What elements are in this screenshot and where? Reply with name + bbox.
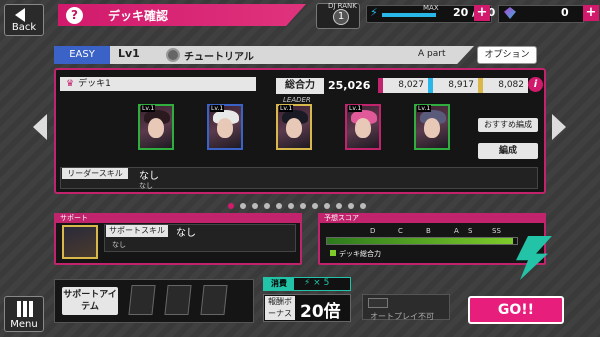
pager-dot[interactable] — [240, 203, 246, 209]
prev-deck-arrow-icon[interactable] — [33, 114, 47, 140]
support-card[interactable] — [62, 225, 98, 259]
leader-label: LEADER — [283, 96, 311, 104]
song-part: A part — [418, 49, 446, 59]
rank-d: D — [370, 227, 376, 235]
add-gem-button[interactable]: + — [583, 5, 599, 21]
deck-name-label: ♛ デッキ1 — [60, 77, 256, 91]
live-info-bar — [54, 46, 474, 64]
stamina-max-label: MAX — [423, 4, 439, 12]
score-legend-label: デッキ総合力 — [339, 250, 381, 258]
score-bar-fill — [327, 238, 513, 244]
edit-formation-button[interactable]: 編成 — [478, 143, 538, 159]
rank-s: S — [468, 227, 473, 235]
support-item-slot[interactable] — [200, 285, 228, 315]
auto-play-label: オートプレイ不可 — [370, 312, 434, 321]
menu-grid-icon — [17, 301, 33, 317]
difficulty-badge: EASY — [54, 46, 110, 64]
pager-dot[interactable] — [288, 203, 294, 209]
stamina-bolt-icon: ⚡ — [370, 6, 378, 19]
card-face — [355, 118, 371, 138]
pager-dot[interactable] — [336, 203, 342, 209]
back-label: Back — [11, 22, 37, 33]
live-level: Lv1 — [118, 47, 140, 60]
title-bar — [58, 4, 306, 26]
support-skill-desc: なし — [112, 241, 126, 249]
card-level: Lv.1 — [417, 105, 432, 112]
back-arrow-icon — [15, 8, 25, 22]
song-title: チュートリアル — [184, 52, 254, 63]
expected-score-header: 予想スコア — [318, 213, 546, 223]
card-level: Lv.1 — [141, 105, 156, 112]
dj-rank-value: 1 — [333, 9, 349, 25]
deck-card-2[interactable]: Lv.1 — [207, 104, 243, 150]
page-title: デッキ確認 — [108, 9, 169, 23]
legend-swatch — [330, 250, 336, 256]
pager-dot[interactable] — [300, 203, 306, 209]
support-item-button[interactable]: サポートアイテム — [62, 287, 118, 315]
pager-dot[interactable] — [252, 203, 258, 209]
help-button[interactable]: ? — [66, 7, 83, 24]
leader-skill-name: なし — [139, 171, 159, 182]
pager-dot[interactable] — [228, 203, 234, 209]
support-item-slot[interactable] — [128, 285, 156, 315]
gem-value: 0 — [561, 6, 569, 19]
pager-dot[interactable] — [348, 203, 354, 209]
back-button[interactable]: Back — [4, 4, 44, 36]
crown-icon: ♛ — [66, 79, 75, 89]
card-level: Lv.1 — [210, 105, 225, 112]
total-power-label: 総合力 — [276, 78, 324, 94]
go-button[interactable]: GO!! — [468, 296, 564, 324]
deck-card-4[interactable]: Lv.1 — [345, 104, 381, 150]
rank-a: A — [454, 227, 459, 235]
deck-card-5[interactable]: Lv.1 — [414, 104, 450, 150]
auto-play-icon — [368, 298, 388, 308]
support-skill-label: サポートスキル — [106, 225, 168, 237]
add-stamina-button[interactable]: + — [474, 5, 490, 21]
recommended-formation-button[interactable]: おすすめ編成 — [478, 118, 538, 132]
rank-b: B — [426, 227, 431, 235]
card-face — [424, 118, 440, 138]
pager-dot[interactable] — [324, 203, 330, 209]
rank-ss: SS — [492, 227, 501, 235]
consume-label: 消費 — [264, 278, 294, 290]
card-face — [217, 118, 233, 138]
attribute-power-red: 8,027 — [378, 78, 428, 93]
card-level: Lv.1 — [279, 105, 294, 112]
card-level: Lv.1 — [348, 105, 363, 112]
bonus-value: 20倍 — [300, 302, 341, 322]
menu-label: Menu — [10, 319, 38, 330]
cd-icon — [166, 48, 180, 62]
support-skill-name: なし — [176, 228, 196, 239]
score-legend: デッキ総合力 — [330, 249, 381, 259]
card-face — [148, 118, 164, 138]
deck-card-3-leader[interactable]: Lv.1 — [276, 104, 312, 150]
menu-button[interactable]: Menu — [4, 296, 44, 332]
pager-dot[interactable] — [264, 203, 270, 209]
leader-skill-desc: なし — [139, 182, 153, 190]
deck-card-1[interactable]: Lv.1 — [138, 104, 174, 150]
attribute-power-blue: 8,917 — [428, 78, 478, 93]
pager-dot[interactable] — [312, 203, 318, 209]
pager-dot[interactable] — [276, 203, 282, 209]
stamina-fill — [382, 13, 436, 17]
total-power-value: 25,026 — [328, 79, 371, 92]
leader-skill-bar — [60, 167, 538, 189]
options-button[interactable]: オプション — [477, 46, 537, 64]
info-button[interactable]: i — [528, 77, 543, 92]
consume-value: ⚡ × 5 — [304, 278, 330, 288]
card-face — [286, 118, 302, 138]
pager-dot[interactable] — [360, 203, 366, 209]
deck-name: デッキ1 — [78, 79, 111, 89]
attribute-power-yellow: 8,082 — [478, 78, 528, 93]
support-header: サポート — [54, 213, 302, 223]
bonus-label: 報酬ボーナス — [265, 296, 295, 320]
rank-c: C — [398, 227, 403, 235]
next-deck-arrow-icon[interactable] — [552, 114, 566, 140]
support-item-slot[interactable] — [164, 285, 192, 315]
leader-skill-label: リーダースキル — [62, 168, 128, 179]
